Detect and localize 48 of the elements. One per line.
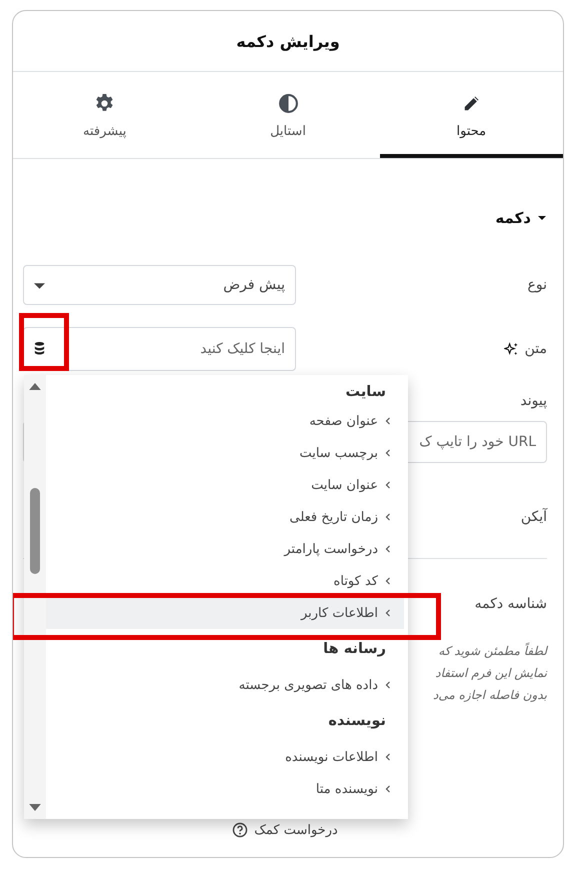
- tab[interactable]: محتوا: [380, 72, 563, 158]
- type-select[interactable]: پیش فرض: [23, 265, 296, 305]
- sparkles-icon: [504, 342, 519, 356]
- scroll-down-icon[interactable]: [29, 804, 41, 811]
- field-label: متن: [524, 341, 547, 357]
- menu-item[interactable]: زمان تاریخ فعلی: [46, 501, 408, 533]
- field-label: پیوند: [519, 393, 547, 409]
- menu-group-title: سایت: [346, 384, 386, 400]
- highlight-frame: [19, 313, 69, 371]
- menu-group-title: رسانه ها: [323, 641, 386, 657]
- chevron-icon: [385, 513, 391, 521]
- chevron-icon: [385, 577, 391, 585]
- chevron-icon: [385, 449, 391, 457]
- menu-item[interactable]: اطلاعات کاربر: [46, 597, 404, 629]
- note-text: بدون فاصله اجازه می‌د: [433, 687, 547, 704]
- menu-item[interactable]: نویسنده متا: [46, 773, 408, 805]
- menu-group-title: نویسنده: [328, 713, 386, 729]
- chevron-icon: [385, 609, 391, 617]
- chevron-icon: [385, 785, 391, 793]
- note-text: نمایش این فرم استفاد: [435, 665, 547, 682]
- chevron-icon: [385, 417, 391, 425]
- help-link[interactable]: درخواست کمک: [254, 822, 338, 838]
- field-label: شناسه دکمه: [474, 596, 547, 612]
- menu-item[interactable]: درخواست پارامتر: [46, 533, 408, 565]
- database-icon[interactable]: [33, 341, 46, 356]
- menu-item[interactable]: کد کوتاه: [46, 565, 408, 597]
- chevron-icon: [385, 753, 391, 761]
- tab[interactable]: پیشرفته: [13, 72, 196, 158]
- menu-item[interactable]: اطلاعات نویسنده: [46, 741, 408, 773]
- section-title: دکمه: [495, 209, 531, 227]
- menu-item[interactable]: عنوان سایت: [46, 469, 408, 501]
- text-field[interactable]: اینجا کلیک کنید: [23, 327, 296, 371]
- settings-icon: [94, 92, 116, 114]
- chevron-icon: [385, 545, 391, 553]
- field-label: نوع: [528, 277, 547, 293]
- tab[interactable]: استایل: [196, 72, 380, 158]
- menu-item[interactable]: عنوان صفحه: [46, 405, 408, 437]
- chevron-icon: [385, 681, 391, 689]
- menu-item[interactable]: داده های تصویری برجسته: [46, 669, 408, 701]
- field-label: آیکن: [520, 509, 547, 525]
- scrollbar-thumb[interactable]: [30, 488, 40, 574]
- help-icon: [232, 822, 248, 838]
- note-text: لطفاً مطمئن شوید که: [438, 642, 547, 660]
- chevron-icon: [385, 481, 391, 489]
- menu-item[interactable]: برچسب سایت: [46, 437, 408, 469]
- contrast-icon: [278, 92, 299, 114]
- panel-title: ویرایش دکمه: [236, 32, 340, 50]
- scroll-up-icon[interactable]: [29, 383, 41, 390]
